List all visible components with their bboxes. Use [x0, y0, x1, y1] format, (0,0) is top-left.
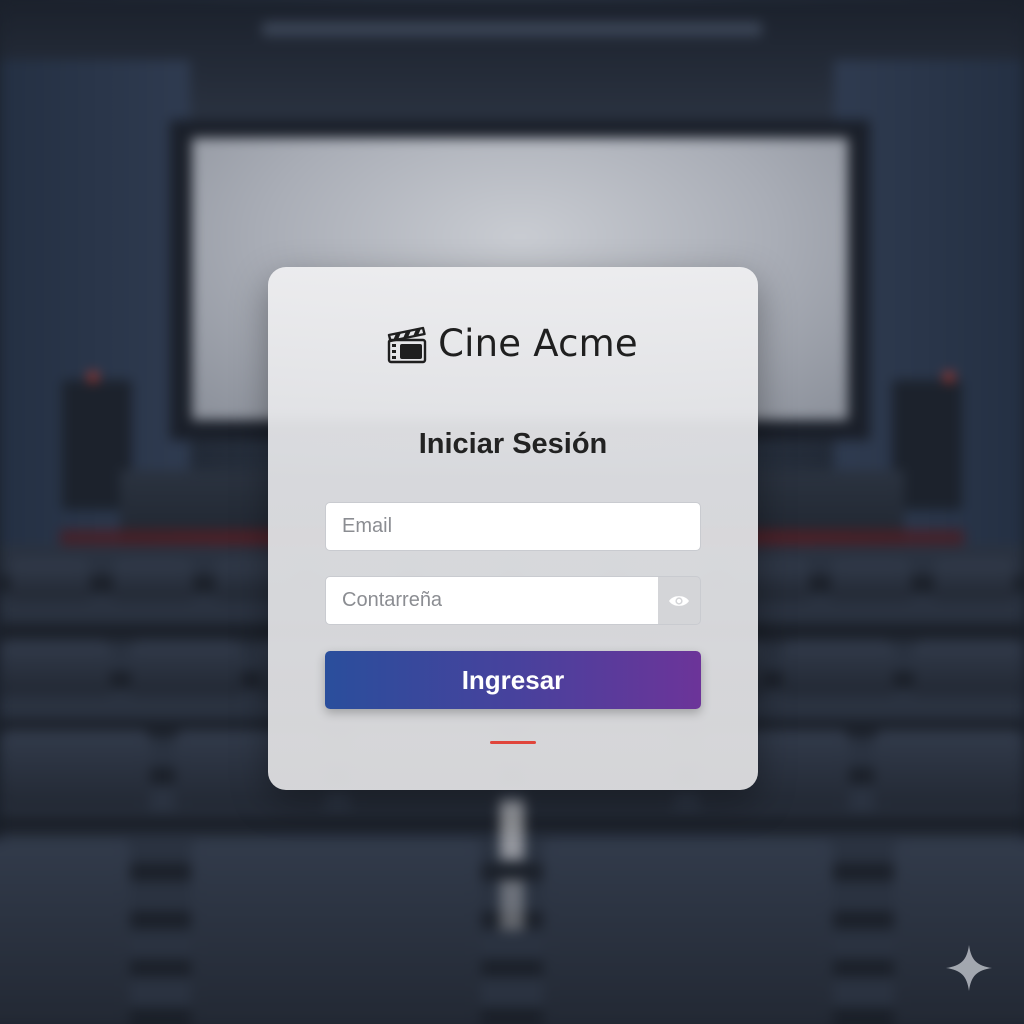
login-button[interactable]: Ingresar — [325, 651, 701, 709]
seat-row — [0, 840, 1024, 1024]
seat — [783, 640, 894, 695]
show-password-button[interactable] — [658, 576, 701, 625]
seat — [0, 640, 110, 695]
aisle-light — [500, 800, 524, 860]
seat — [0, 730, 150, 810]
accent-divider — [490, 741, 536, 744]
exit-light-left — [88, 372, 98, 382]
eye-icon — [669, 595, 689, 606]
clapperboard-icon — [387, 326, 427, 363]
brand-name: Cine Acme — [438, 322, 638, 365]
seat — [112, 560, 193, 600]
seat — [130, 640, 241, 695]
exit-light-right — [944, 372, 954, 382]
seat — [913, 640, 1024, 695]
seat — [831, 560, 912, 600]
seat — [933, 560, 1014, 600]
aisle-light — [500, 880, 524, 930]
seat — [542, 840, 833, 1024]
seat — [10, 560, 90, 600]
seat — [0, 840, 130, 1024]
seat — [893, 840, 1024, 1024]
sparkle-icon — [946, 945, 992, 991]
ceiling-light — [262, 22, 762, 36]
seat — [873, 730, 1024, 810]
email-field[interactable] — [325, 502, 701, 551]
brand-header: Cine Acme — [0, 322, 1024, 365]
login-title: Iniciar Sesión — [418, 428, 608, 460]
password-field[interactable] — [325, 576, 659, 625]
seat — [191, 840, 482, 1024]
